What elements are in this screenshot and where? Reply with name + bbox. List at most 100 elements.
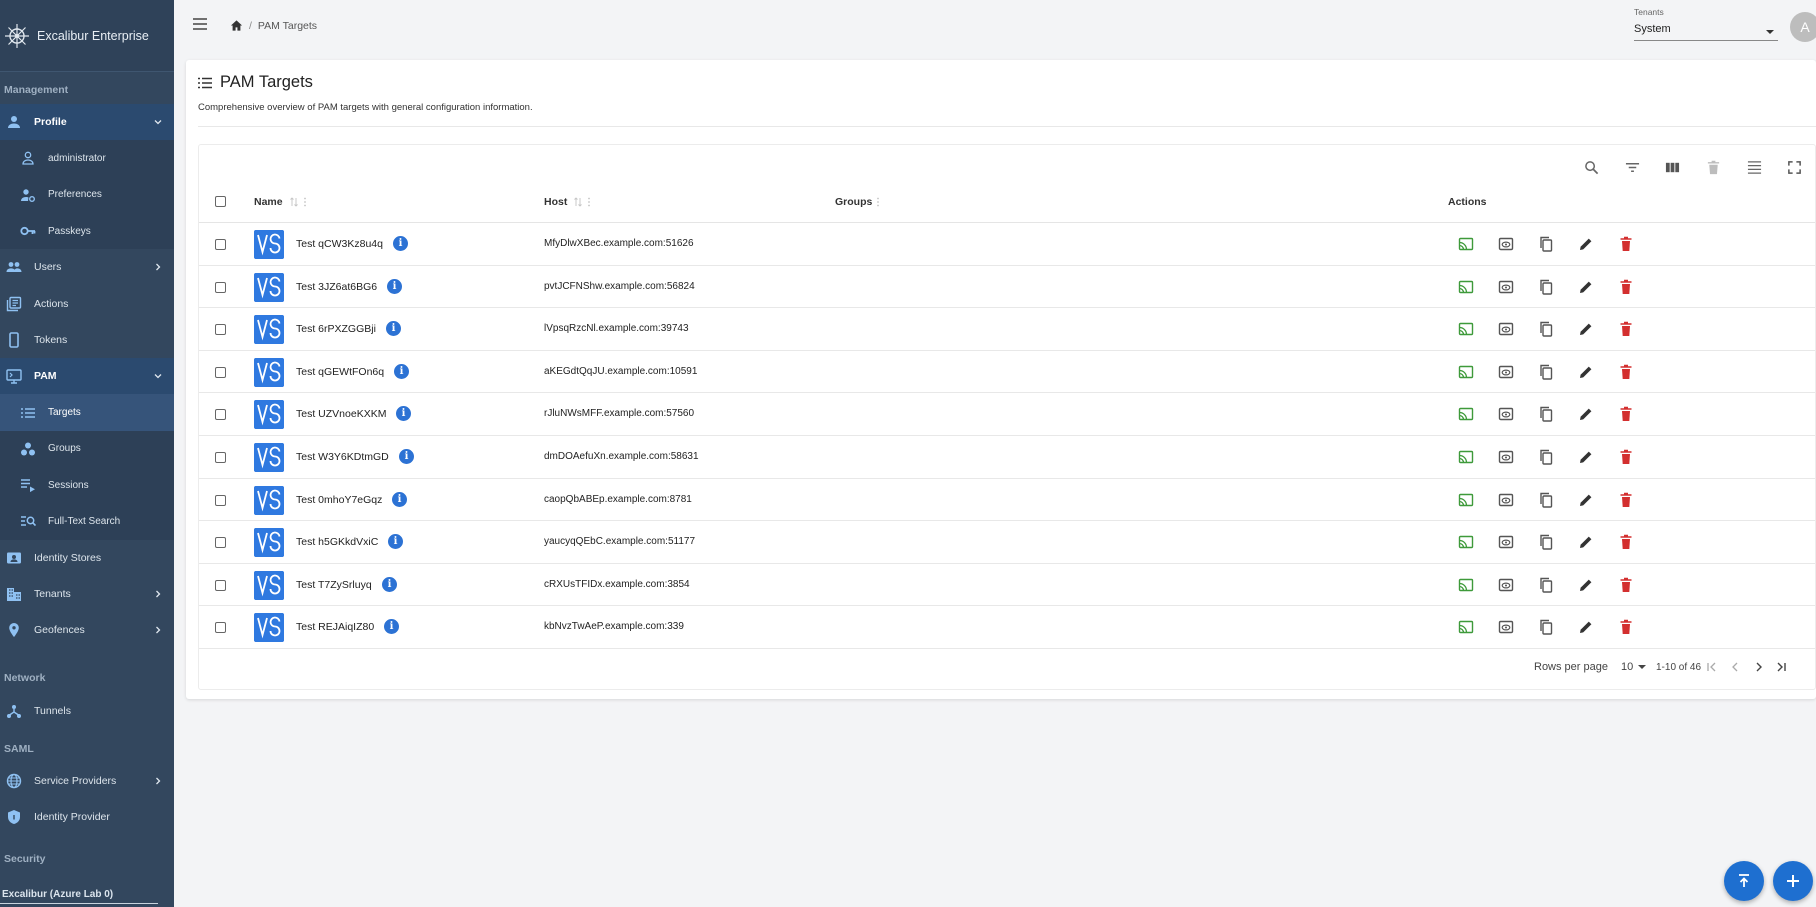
tenant-select[interactable]: Tenants System xyxy=(1634,7,1778,41)
edit-button[interactable] xyxy=(1577,491,1595,509)
delete-button[interactable] xyxy=(1617,576,1635,594)
row-checkbox[interactable] xyxy=(215,622,226,634)
column-menu-icon[interactable] xyxy=(303,197,307,207)
table-row[interactable]: Test T7ZySrluyq i cRXUsTFIDx.example.com:3… xyxy=(199,564,1815,607)
sidebar-item-identity-provider[interactable]: Identity Provider xyxy=(0,799,174,835)
sidebar-item-tunnels[interactable]: Tunnels xyxy=(0,692,174,728)
menu-icon[interactable] xyxy=(192,17,208,31)
brand[interactable]: Excalibur Enterprise xyxy=(0,0,174,72)
target-name[interactable]: Test qGEWtFOn6q xyxy=(296,366,384,378)
table-row[interactable]: Test UZVnoeKXKM i rJluNWsMFF.example.com:5… xyxy=(199,393,1815,436)
connect-button[interactable] xyxy=(1457,448,1475,466)
target-name[interactable]: Test T7ZySrluyq xyxy=(296,579,372,591)
filter-button[interactable] xyxy=(1612,157,1653,177)
home-icon[interactable] xyxy=(230,19,243,32)
edit-button[interactable] xyxy=(1577,320,1595,338)
connect-button[interactable] xyxy=(1457,320,1475,338)
delete-button[interactable] xyxy=(1617,235,1635,253)
target-name[interactable]: Test REJAiqIZ80 xyxy=(296,621,374,633)
preview-button[interactable] xyxy=(1497,363,1515,381)
target-name[interactable]: Test qCW3Kz8u4q xyxy=(296,238,383,250)
sidebar-item-tenants[interactable]: Tenants xyxy=(0,576,174,612)
preview-button[interactable] xyxy=(1497,491,1515,509)
sidebar-item-administrator[interactable]: administrator xyxy=(0,140,174,177)
delete-button[interactable] xyxy=(1617,363,1635,381)
edit-button[interactable] xyxy=(1577,278,1595,296)
connect-button[interactable] xyxy=(1457,278,1475,296)
column-groups[interactable]: Groups xyxy=(835,196,880,208)
next-page-button[interactable] xyxy=(1750,658,1768,676)
sidebar-item-profile[interactable]: Profile xyxy=(0,104,174,141)
row-checkbox[interactable] xyxy=(215,409,226,421)
info-icon[interactable]: i xyxy=(396,406,411,422)
sidebar-item-targets[interactable]: Targets xyxy=(0,394,174,431)
edit-button[interactable] xyxy=(1577,235,1595,253)
delete-button[interactable] xyxy=(1617,405,1635,423)
copy-button[interactable] xyxy=(1537,320,1555,338)
info-icon[interactable]: i xyxy=(382,576,397,592)
select-all-checkbox[interactable] xyxy=(215,196,226,207)
sidebar-item-pam[interactable]: PAM xyxy=(0,358,174,395)
target-name[interactable]: Test h5GKkdVxiC xyxy=(296,536,378,548)
sidebar-item-geofences[interactable]: Geofences xyxy=(0,612,174,648)
edit-button[interactable] xyxy=(1577,533,1595,551)
row-checkbox[interactable] xyxy=(215,452,226,463)
scroll-to-top-button[interactable] xyxy=(1724,861,1764,901)
delete-button[interactable] xyxy=(1617,448,1635,466)
target-name[interactable]: Test 0mhoY7eGqz xyxy=(296,494,382,506)
info-icon[interactable]: i xyxy=(388,534,403,550)
delete-button[interactable] xyxy=(1617,278,1635,296)
sidebar-item-sessions[interactable]: Sessions xyxy=(0,466,174,504)
copy-button[interactable] xyxy=(1537,618,1555,636)
connect-button[interactable] xyxy=(1457,576,1475,594)
edit-button[interactable] xyxy=(1577,576,1595,594)
connect-button[interactable] xyxy=(1457,405,1475,423)
column-host[interactable]: Host xyxy=(544,196,591,208)
table-row[interactable]: Test 0mhoY7eGqz i caopQbABEp.example.com:8… xyxy=(199,479,1815,522)
connect-button[interactable] xyxy=(1457,235,1475,253)
info-icon[interactable]: i xyxy=(394,363,409,379)
copy-button[interactable] xyxy=(1537,363,1555,381)
table-row[interactable]: Test 3JZ6at6BG6 i pvtJCFNShw.example.com:5… xyxy=(199,266,1815,309)
info-icon[interactable]: i xyxy=(387,278,402,294)
preview-button[interactable] xyxy=(1497,235,1515,253)
delete-button[interactable] xyxy=(1617,320,1635,338)
preview-button[interactable] xyxy=(1497,405,1515,423)
edit-button[interactable] xyxy=(1577,448,1595,466)
delete-button[interactable] xyxy=(1617,618,1635,636)
preview-button[interactable] xyxy=(1497,278,1515,296)
sort-icon[interactable] xyxy=(573,197,583,207)
info-icon[interactable]: i xyxy=(393,236,408,251)
table-row[interactable]: Test h5GKkdVxiC i yaucyqQEbC.example.com:5… xyxy=(199,521,1815,564)
copy-button[interactable] xyxy=(1537,533,1555,551)
table-row[interactable]: Test qGEWtFOn6q i aKEGdtQqJU.example.com:1… xyxy=(199,351,1815,394)
copy-button[interactable] xyxy=(1537,491,1555,509)
previous-page-button[interactable] xyxy=(1726,658,1744,676)
info-icon[interactable]: i xyxy=(392,491,407,507)
rows-per-page-select[interactable]: 10 xyxy=(1621,661,1647,673)
connect-button[interactable] xyxy=(1457,618,1475,636)
column-name[interactable]: Name xyxy=(254,196,307,208)
column-menu-icon[interactable] xyxy=(876,197,880,207)
table-row[interactable]: Test 6rPXZGGBji i lVpsqRzcNl.example.com:3… xyxy=(199,308,1815,351)
sidebar-item-identity-stores[interactable]: Identity Stores xyxy=(0,540,174,576)
connect-button[interactable] xyxy=(1457,533,1475,551)
search-button[interactable] xyxy=(1571,157,1612,177)
row-checkbox[interactable] xyxy=(215,494,226,506)
copy-button[interactable] xyxy=(1537,405,1555,423)
sidebar-item-preferences[interactable]: Preferences xyxy=(0,176,174,213)
preview-button[interactable] xyxy=(1497,576,1515,594)
first-page-button[interactable] xyxy=(1703,658,1721,676)
fullscreen-button[interactable] xyxy=(1774,157,1815,177)
density-button[interactable] xyxy=(1734,157,1775,177)
last-page-button[interactable] xyxy=(1772,658,1790,676)
table-row[interactable]: Test REJAiqIZ80 i kbNvzTwAeP.example.com:3… xyxy=(199,606,1815,649)
preview-button[interactable] xyxy=(1497,320,1515,338)
row-checkbox[interactable] xyxy=(215,537,226,549)
bulk-delete-button[interactable] xyxy=(1693,157,1734,177)
edit-button[interactable] xyxy=(1577,618,1595,636)
sidebar-item-actions[interactable]: Actions xyxy=(0,285,174,321)
target-name[interactable]: Test 6rPXZGGBji xyxy=(296,323,376,335)
row-checkbox[interactable] xyxy=(215,281,226,293)
delete-button[interactable] xyxy=(1617,533,1635,551)
